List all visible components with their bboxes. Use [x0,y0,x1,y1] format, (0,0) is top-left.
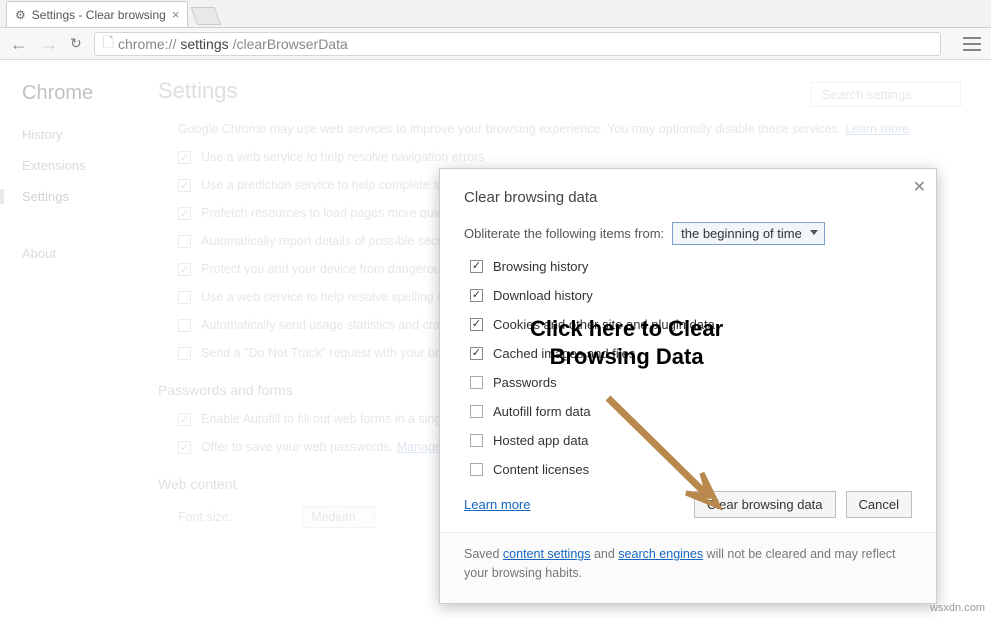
new-tab-button[interactable] [191,7,222,25]
time-range-select[interactable]: the beginning of time [672,222,825,245]
obliterate-label: Obliterate the following items from: [464,226,664,241]
page-icon: 🗋 [103,32,114,56]
clear-data-option[interactable]: Passwords [470,375,912,390]
option-label: Download history [493,288,593,303]
clear-data-option[interactable]: ✓ Browsing history [470,259,912,274]
checkbox-icon [470,434,483,447]
time-range-value: the beginning of time [681,226,802,241]
option-label: Browsing history [493,259,588,274]
tab-bar: ⚙ Settings - Clear browsing × [0,0,991,28]
clear-data-option[interactable]: ✓ Download history [470,288,912,303]
option-label: Autofill form data [493,404,591,419]
option-label: Cached images and files [493,346,635,361]
learn-more-link[interactable]: Learn more [464,497,530,512]
nav-bar: ← → ↻ 🗋 chrome://settings/clearBrowserDa… [0,28,991,60]
clear-data-option[interactable]: Autofill form data [470,404,912,419]
tab-title: Settings - Clear browsing [32,8,166,22]
clear-browsing-dialog: ✕ Clear browsing data Obliterate the fol… [439,168,937,604]
dialog-close-icon[interactable]: ✕ [913,177,926,197]
content-settings-link[interactable]: content settings [503,547,591,561]
url-box[interactable]: 🗋 chrome://settings/clearBrowserData [94,32,941,56]
checkbox-icon [470,376,483,389]
chrome-menu-icon[interactable] [963,37,981,51]
option-label: Passwords [493,375,557,390]
chevron-down-icon [810,230,818,235]
clear-browsing-data-button[interactable]: Clear browsing data [694,491,836,518]
checkbox-icon: ✓ [470,347,483,360]
gear-icon: ⚙ [15,8,26,22]
obliterate-row: Obliterate the following items from: the… [464,222,912,245]
forward-button: → [40,35,58,53]
back-button[interactable]: ← [10,35,28,53]
watermark: wsxdn.com [930,602,985,614]
option-label: Content licenses [493,462,589,477]
clear-data-option[interactable]: ✓ Cookies and other site and plugin data [470,317,912,332]
url-scheme: chrome:// [118,36,176,52]
clear-data-option[interactable]: Hosted app data [470,433,912,448]
cancel-button[interactable]: Cancel [846,491,912,518]
checkbox-icon: ✓ [470,318,483,331]
checkbox-icon: ✓ [470,289,483,302]
dialog-footer: Saved content settings and search engine… [440,532,936,603]
option-label: Cookies and other site and plugin data [493,317,715,332]
search-engines-link[interactable]: search engines [618,547,703,561]
clear-data-option[interactable]: Content licenses [470,462,912,477]
checkbox-icon [470,463,483,476]
reload-button[interactable]: ↻ [70,35,82,52]
clear-data-option[interactable]: ✓ Cached images and files [470,346,912,361]
checkbox-icon [470,405,483,418]
option-label: Hosted app data [493,433,588,448]
close-icon[interactable]: × [172,7,180,22]
url-host: settings [180,36,228,52]
url-path: /clearBrowserData [233,36,348,52]
checkbox-icon: ✓ [470,260,483,273]
dialog-title: Clear browsing data [464,189,912,206]
browser-tab[interactable]: ⚙ Settings - Clear browsing × [6,1,188,27]
